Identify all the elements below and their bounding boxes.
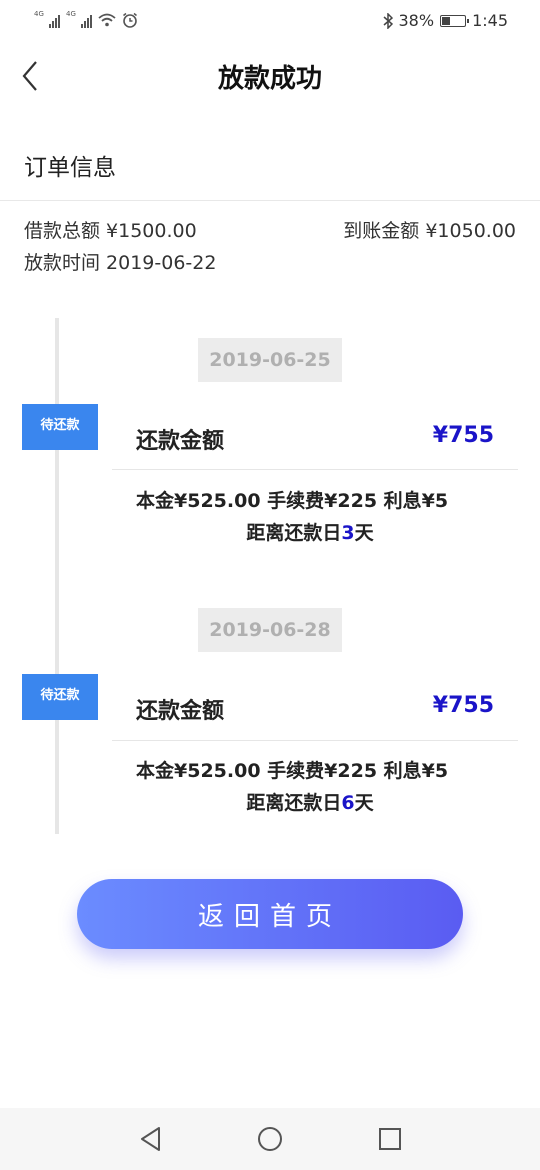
clock-time: 1:45: [472, 11, 508, 30]
card-divider: [112, 740, 518, 741]
signal-4g-icon: 4G: [34, 10, 60, 28]
status-bar: 4G 4G 38% 1:45: [0, 0, 540, 44]
repayment-date-chip: 2019-06-25: [198, 338, 342, 382]
order-section-title: 订单信息: [24, 155, 116, 181]
nav-recents-icon[interactable]: [375, 1124, 405, 1154]
nav-back-icon[interactable]: [136, 1124, 166, 1154]
battery-percent: 38%: [398, 11, 435, 30]
fee-breakdown: 本金¥525.00 手续费¥225 利息¥5: [136, 760, 449, 782]
page-title: 放款成功: [217, 64, 322, 94]
card-divider: [112, 469, 518, 470]
repayment-amount: ¥755: [432, 423, 494, 448]
loan-time: 放款时间 2019-06-22: [24, 252, 217, 274]
bluetooth-icon: [383, 12, 393, 29]
status-badge: 待还款: [22, 404, 98, 450]
days-remaining: 距离还款日3天: [246, 522, 374, 544]
top-app-bar: 放款成功: [0, 44, 540, 110]
section-divider: [0, 200, 540, 201]
repayment-amount-label: 还款金额: [136, 429, 225, 454]
status-badge: 待还款: [22, 674, 98, 720]
alarm-icon: [123, 12, 137, 28]
signal-4g-icon: 4G: [66, 10, 92, 28]
wifi-icon: [98, 13, 116, 27]
repayment-amount-label: 还款金额: [136, 699, 225, 724]
battery-icon: [440, 14, 470, 27]
return-home-button[interactable]: 返回首页: [77, 879, 463, 949]
days-remaining: 距离还款日6天: [246, 792, 374, 814]
fee-breakdown: 本金¥525.00 手续费¥225 利息¥5: [136, 490, 449, 512]
timeline-line: [55, 318, 59, 834]
repayment-amount: ¥755: [432, 693, 494, 718]
nav-home-icon[interactable]: [255, 1124, 285, 1154]
loan-total: 借款总额 ¥1500.00: [24, 220, 197, 242]
system-nav-bar: [0, 1108, 540, 1170]
repayment-date-chip: 2019-06-28: [198, 608, 342, 652]
received-amount: 到账金额 ¥1050.00: [343, 220, 516, 242]
